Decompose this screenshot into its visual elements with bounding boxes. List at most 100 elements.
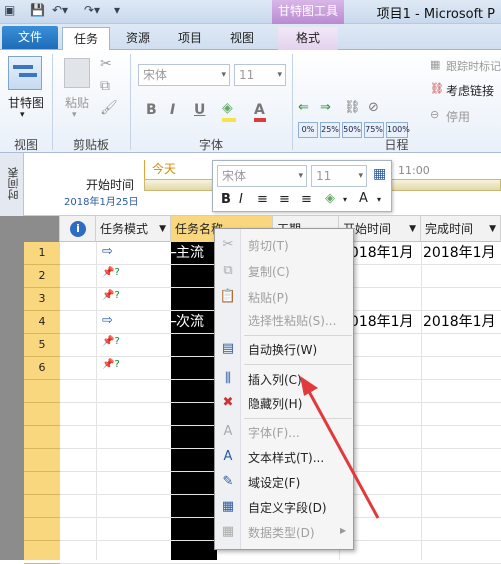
tab-file[interactable]: 文件	[2, 26, 58, 49]
mini-font-name-combo[interactable]: 宋体 ▾	[217, 165, 307, 187]
manual-scheduled-icon: 📌?	[102, 336, 120, 347]
link-tasks-icon[interactable]: ⛓	[344, 100, 361, 115]
row-header[interactable]	[24, 495, 60, 518]
arrow-shaft	[304, 385, 380, 519]
tab-view[interactable]: 视图	[222, 27, 262, 50]
inactivate-icon[interactable]: ⊖	[430, 108, 439, 121]
row-header[interactable]: 5	[24, 334, 60, 357]
fill-color-icon[interactable]: ◈	[222, 100, 233, 116]
paste-button-label[interactable]: 粘贴	[62, 94, 92, 111]
row-header[interactable]	[24, 449, 60, 472]
menu-item-field-settings[interactable]: 域设定(F)	[248, 473, 300, 493]
chevron-down-icon[interactable]: ▼	[159, 216, 166, 242]
italic-icon[interactable]: I	[239, 192, 243, 207]
indent-icon[interactable]: ⇒	[320, 100, 331, 115]
fill-color-icon[interactable]: ◈	[325, 191, 335, 206]
cut-icon[interactable]: ✂	[100, 56, 112, 72]
chevron-down-icon[interactable]: ▼	[409, 216, 416, 242]
chevron-down-icon[interactable]: ▾	[72, 110, 77, 120]
menu-item-hide-column[interactable]: 隐藏列(H)	[248, 394, 302, 414]
fill-color-swatch	[222, 118, 236, 122]
underline-icon[interactable]: U	[194, 102, 205, 118]
align-left-icon[interactable]: ≡	[257, 192, 268, 207]
mark-on-track-label[interactable]: 跟踪时标记	[446, 58, 501, 74]
font-size-combo[interactable]: 11 ▾	[234, 64, 286, 86]
manual-scheduled-icon: 📌?	[102, 359, 120, 370]
timeline-start-date: 2018年1月25日	[64, 197, 139, 208]
row-header[interactable]	[24, 541, 60, 564]
row-header[interactable]	[24, 380, 60, 403]
bold-icon[interactable]: B	[221, 192, 231, 207]
task-name-cell[interactable]: 次流	[176, 311, 204, 334]
calendar-icon[interactable]: ▦	[373, 166, 386, 182]
select-all-corner[interactable]	[0, 216, 60, 242]
outdent-icon[interactable]: ⇐	[298, 100, 309, 115]
row-header[interactable]: 4	[24, 311, 60, 334]
menu-item-copy[interactable]: 复制(C)	[248, 262, 290, 282]
row-header[interactable]: 3	[24, 288, 60, 311]
auto-scheduled-icon: ⇨	[102, 244, 113, 259]
row-header[interactable]: 1	[24, 242, 60, 265]
paste-icon: 📋	[219, 289, 237, 304]
respect-links-label[interactable]: 考虑链接	[446, 82, 494, 99]
column-header-finish[interactable]: 完成时间 ▼	[421, 216, 501, 242]
unlink-tasks-icon[interactable]: ⊘	[368, 100, 379, 115]
column-header-task-mode[interactable]: 任务模式 ▼	[96, 216, 171, 242]
timeline-side-tab[interactable]: 时间表	[0, 153, 24, 216]
font-color-icon[interactable]: A	[359, 191, 368, 206]
today-marker	[144, 160, 145, 180]
save-icon[interactable]: 💾	[30, 3, 45, 17]
customize-quick-access-icon[interactable]: ▾	[114, 3, 120, 17]
font-color-icon[interactable]: A	[254, 102, 265, 118]
tab-resource[interactable]: 资源	[116, 27, 160, 50]
column-header-info[interactable]: i	[60, 216, 96, 242]
align-center-icon[interactable]: ≡	[279, 192, 290, 207]
title-bar: ▣ 💾 ↶▾ ↷▾ ▾ 项目1 - Microsoft P	[0, 0, 501, 24]
menu-item-insert-column[interactable]: 插入列(C)	[248, 370, 302, 390]
view-group-label: 视图	[13, 138, 38, 152]
gantt-tools-header: 甘特图工具	[272, 0, 344, 24]
tab-project[interactable]: 项目	[170, 27, 210, 50]
menu-item-paste-special[interactable]: 选择性粘贴(S)...	[248, 311, 336, 331]
gantt-chart-button-label[interactable]: 甘特图	[4, 94, 48, 111]
chevron-down-icon[interactable]: ▼	[489, 216, 496, 242]
menu-item-cut[interactable]: 剪切(T)	[248, 236, 289, 256]
align-right-icon[interactable]: ≡	[301, 192, 312, 207]
chevron-down-icon[interactable]: ▾	[343, 195, 347, 204]
font-color-swatch	[254, 118, 266, 122]
undo-icon[interactable]: ↶▾	[52, 3, 68, 17]
tab-task[interactable]: 任务	[62, 27, 110, 50]
mini-font-name-value: 宋体	[222, 169, 247, 183]
tab-format[interactable]: 格式	[278, 27, 338, 50]
insert-column-icon: ⫼	[225, 371, 231, 386]
task-name-cell[interactable]: 主流	[176, 242, 204, 265]
menu-item-wrap-text[interactable]: 自动换行(W)	[248, 340, 317, 360]
row-header[interactable]: 6	[24, 357, 60, 380]
copy-icon[interactable]: ⧉	[100, 78, 110, 94]
finish-cell[interactable]: 2018年1月	[423, 242, 496, 265]
menu-item-font[interactable]: 字体(F)...	[248, 423, 300, 443]
menu-item-data-type[interactable]: 数据类型(D)	[248, 523, 315, 543]
redo-icon[interactable]: ↷▾	[84, 3, 100, 17]
menu-separator	[244, 335, 352, 336]
row-header[interactable]	[24, 403, 60, 426]
row-header[interactable]	[24, 426, 60, 449]
gantt-chart-icon[interactable]	[8, 56, 42, 90]
row-header[interactable]	[24, 518, 60, 541]
menu-item-paste[interactable]: 粘贴(P)	[248, 288, 289, 308]
inactivate-label[interactable]: 停用	[446, 108, 470, 125]
bold-icon[interactable]: B	[146, 102, 157, 118]
respect-links-icon[interactable]: ⛓	[430, 82, 444, 95]
finish-cell[interactable]: 2018年1月	[423, 311, 496, 334]
format-painter-icon[interactable]: 🖌	[100, 100, 118, 116]
mark-on-track-icon[interactable]: ▦	[430, 58, 440, 71]
row-header[interactable]: 2	[24, 265, 60, 288]
copy-icon: ⧉	[223, 263, 233, 278]
font-name-combo[interactable]: 宋体 ▾	[138, 64, 230, 86]
row-header[interactable]	[24, 472, 60, 495]
mini-font-size-combo[interactable]: 11 ▾	[311, 165, 367, 187]
paste-icon[interactable]	[64, 58, 90, 88]
chevron-down-icon[interactable]: ▾	[377, 195, 381, 204]
chevron-down-icon[interactable]: ▾	[20, 110, 25, 120]
italic-icon[interactable]: I	[170, 102, 175, 118]
